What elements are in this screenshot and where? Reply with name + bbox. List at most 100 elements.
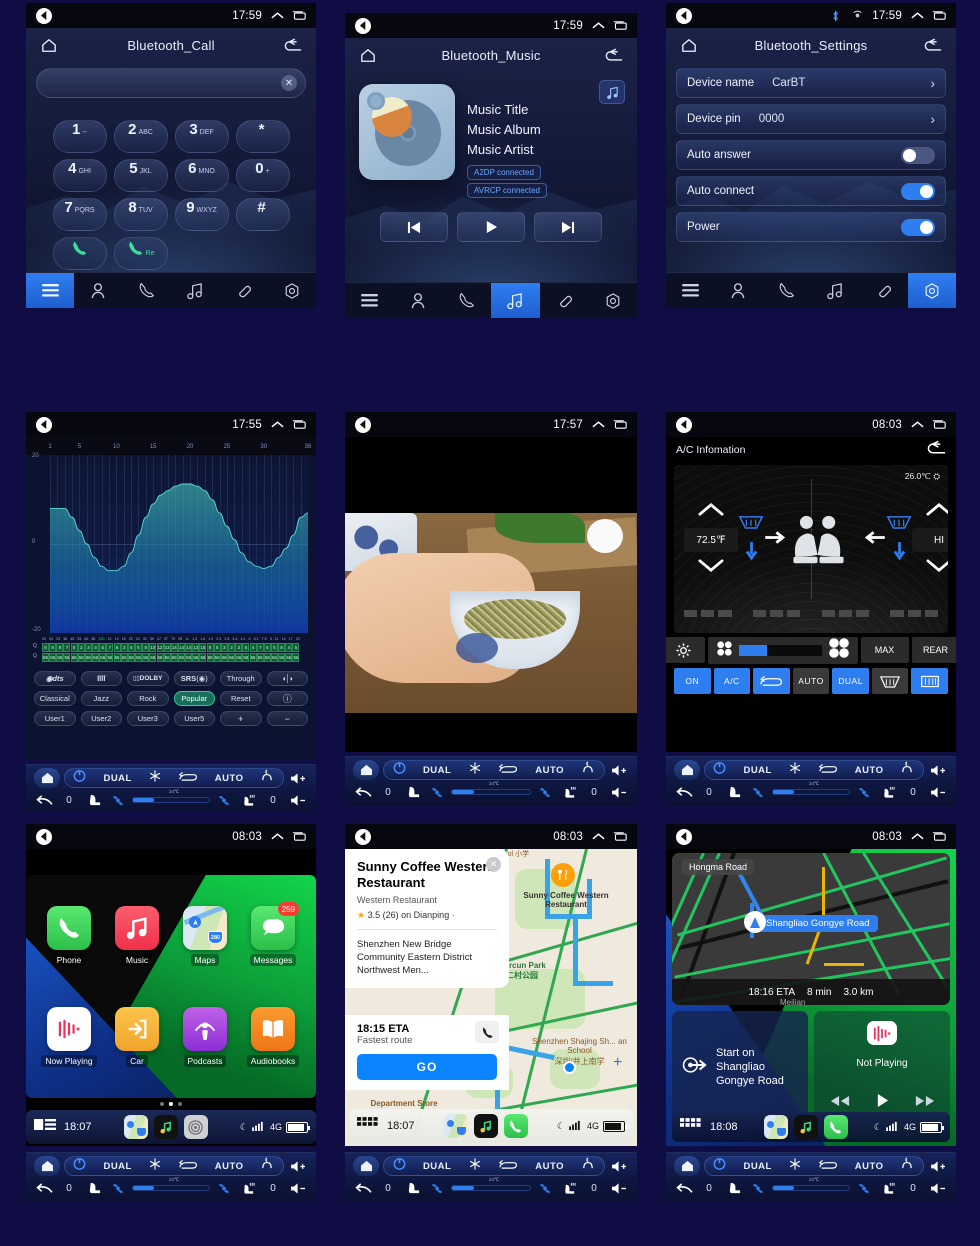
close-icon[interactable]: ✕ — [486, 857, 501, 872]
app-music[interactable]: Music — [106, 889, 168, 984]
preset-through[interactable]: Through — [220, 671, 262, 686]
power-icon[interactable] — [713, 1157, 726, 1175]
q-cell[interactable]: 56 — [42, 653, 49, 662]
dual-label[interactable]: DUAL — [743, 765, 771, 776]
back-arrow-icon[interactable] — [676, 416, 692, 433]
app-phone[interactable]: Phone — [38, 889, 100, 984]
gain-cell[interactable]: 8 — [42, 643, 49, 652]
auto-label[interactable]: AUTO — [535, 765, 564, 776]
dock-phone-icon[interactable] — [823, 1115, 848, 1139]
tab-music[interactable] — [491, 283, 540, 318]
gain-cell[interactable]: 8 — [142, 643, 150, 652]
seat-heater-icon[interactable] — [878, 1182, 898, 1195]
tab-settings[interactable] — [907, 273, 956, 308]
climate-home-button[interactable] — [34, 768, 60, 788]
back-arrow-icon[interactable] — [355, 828, 371, 845]
preset-popular[interactable]: Popular — [173, 691, 215, 706]
go-button[interactable]: GO — [357, 1054, 497, 1080]
seat-icon[interactable] — [84, 1182, 104, 1195]
gain-cell[interactable]: 5 — [213, 643, 221, 652]
power-icon[interactable] — [393, 1157, 406, 1175]
key-6[interactable]: 6 MNO — [174, 159, 229, 192]
gain-cell[interactable]: 5 — [263, 643, 271, 652]
max-button[interactable]: MAX — [860, 637, 909, 663]
app-now-playing[interactable]: Now Playing — [38, 990, 100, 1085]
map-body[interactable]: Sunny Coffee Western Restaurant Xin'ercu… — [345, 849, 637, 1146]
preset-user2[interactable]: User2 — [80, 711, 122, 726]
direction-card[interactable]: Start on Shangliao Gongye Road — [672, 1011, 808, 1123]
preset-classical[interactable]: Classical — [34, 691, 76, 706]
gain-cell[interactable]: 5 — [99, 643, 107, 652]
volume-up-icon[interactable] — [288, 1160, 308, 1173]
next-track-icon[interactable] — [534, 212, 602, 242]
dock-music-app-icon[interactable] — [793, 1115, 818, 1139]
tab-settings[interactable] — [588, 283, 637, 318]
key-hash[interactable]: # — [235, 198, 290, 231]
ac-button-front-defrost[interactable] — [871, 668, 909, 694]
back-arrow-icon[interactable] — [676, 828, 692, 845]
rear-button[interactable]: REAR — [911, 637, 956, 663]
gain-cell[interactable]: 5 — [242, 643, 250, 652]
power-icon[interactable] — [713, 761, 726, 779]
dock-phone-icon[interactable] — [503, 1114, 528, 1138]
return-icon[interactable] — [927, 440, 946, 460]
q-cell[interactable]: 56 — [120, 653, 128, 662]
setting-power[interactable]: Power — [676, 212, 946, 242]
fan-high-icon[interactable] — [214, 794, 234, 807]
back-icon[interactable] — [353, 786, 373, 799]
tab-apps[interactable] — [345, 283, 394, 318]
key-3[interactable]: 3 DEF — [174, 120, 229, 153]
auto-label[interactable]: AUTO — [855, 1161, 884, 1172]
q-cell[interactable]: 56 — [92, 653, 100, 662]
preset-user1[interactable]: User1 — [34, 711, 76, 726]
climate-home-button[interactable] — [353, 1156, 379, 1176]
q-cell[interactable]: 56 — [285, 653, 293, 662]
chevron-up-icon[interactable] — [270, 418, 284, 432]
restaurant-pin-icon[interactable] — [551, 863, 575, 887]
gain-cell[interactable]: 14 — [170, 643, 178, 652]
seat-heater-icon[interactable] — [878, 786, 898, 799]
dual-label[interactable]: DUAL — [423, 765, 451, 776]
back-icon[interactable] — [34, 794, 54, 807]
gain-cell[interactable]: 4 — [92, 643, 100, 652]
fan-low-icon[interactable] — [427, 786, 447, 799]
preset-ſſſſ[interactable]: ſſſſ — [80, 671, 122, 686]
fan-speed-slider[interactable] — [772, 1185, 850, 1191]
q-cell[interactable]: 56 — [63, 653, 71, 662]
preset-dolby[interactable]: ▯▯ DOLBY — [127, 671, 169, 686]
tab-contacts[interactable] — [74, 273, 122, 308]
seat-icon[interactable] — [403, 786, 423, 799]
fan-speed-slider[interactable] — [132, 1185, 210, 1191]
key-2[interactable]: 2 ABC — [113, 120, 168, 153]
fan-low-icon[interactable] — [748, 786, 768, 799]
call-place-icon[interactable] — [475, 1021, 499, 1043]
previous-track-icon[interactable] — [380, 212, 448, 242]
gain-cell[interactable]: 10 — [149, 643, 157, 652]
app-maps[interactable]: 280 Maps — [174, 889, 236, 984]
q-cell[interactable]: 56 — [177, 653, 185, 662]
temp-down-icon[interactable] — [926, 559, 948, 577]
decrement-button[interactable]: − — [266, 711, 308, 726]
preset-user3[interactable]: User3 — [127, 711, 169, 726]
seat-icon[interactable] — [724, 1182, 744, 1195]
gain-cell[interactable]: 14 — [185, 643, 193, 652]
gain-cell[interactable]: 12 — [156, 643, 164, 652]
power-toggle[interactable] — [901, 218, 935, 236]
dual-label[interactable]: DUAL — [103, 1161, 131, 1172]
defrost-icon[interactable] — [581, 761, 595, 779]
gain-cell[interactable]: 2 — [228, 643, 236, 652]
key-7[interactable]: 7 PQRS — [52, 198, 107, 231]
app-grid-icon[interactable] — [680, 1118, 702, 1136]
app-podcasts[interactable]: Podcasts — [174, 990, 236, 1085]
fan-speed-slider[interactable] — [451, 1185, 531, 1191]
ac-button-dual[interactable]: DUAL — [832, 668, 869, 694]
key-9[interactable]: 9 WXYZ — [174, 198, 229, 231]
recirculate-icon[interactable] — [818, 1157, 838, 1175]
ac-button-on[interactable]: ON — [674, 668, 711, 694]
q-cell[interactable]: 56 — [271, 653, 278, 662]
back-icon[interactable] — [353, 1182, 373, 1195]
key-0[interactable]: 0 + — [235, 159, 290, 192]
dial-input[interactable]: ✕ — [36, 68, 306, 98]
q-cell[interactable]: 56 — [185, 653, 193, 662]
home-icon[interactable] — [38, 34, 60, 56]
